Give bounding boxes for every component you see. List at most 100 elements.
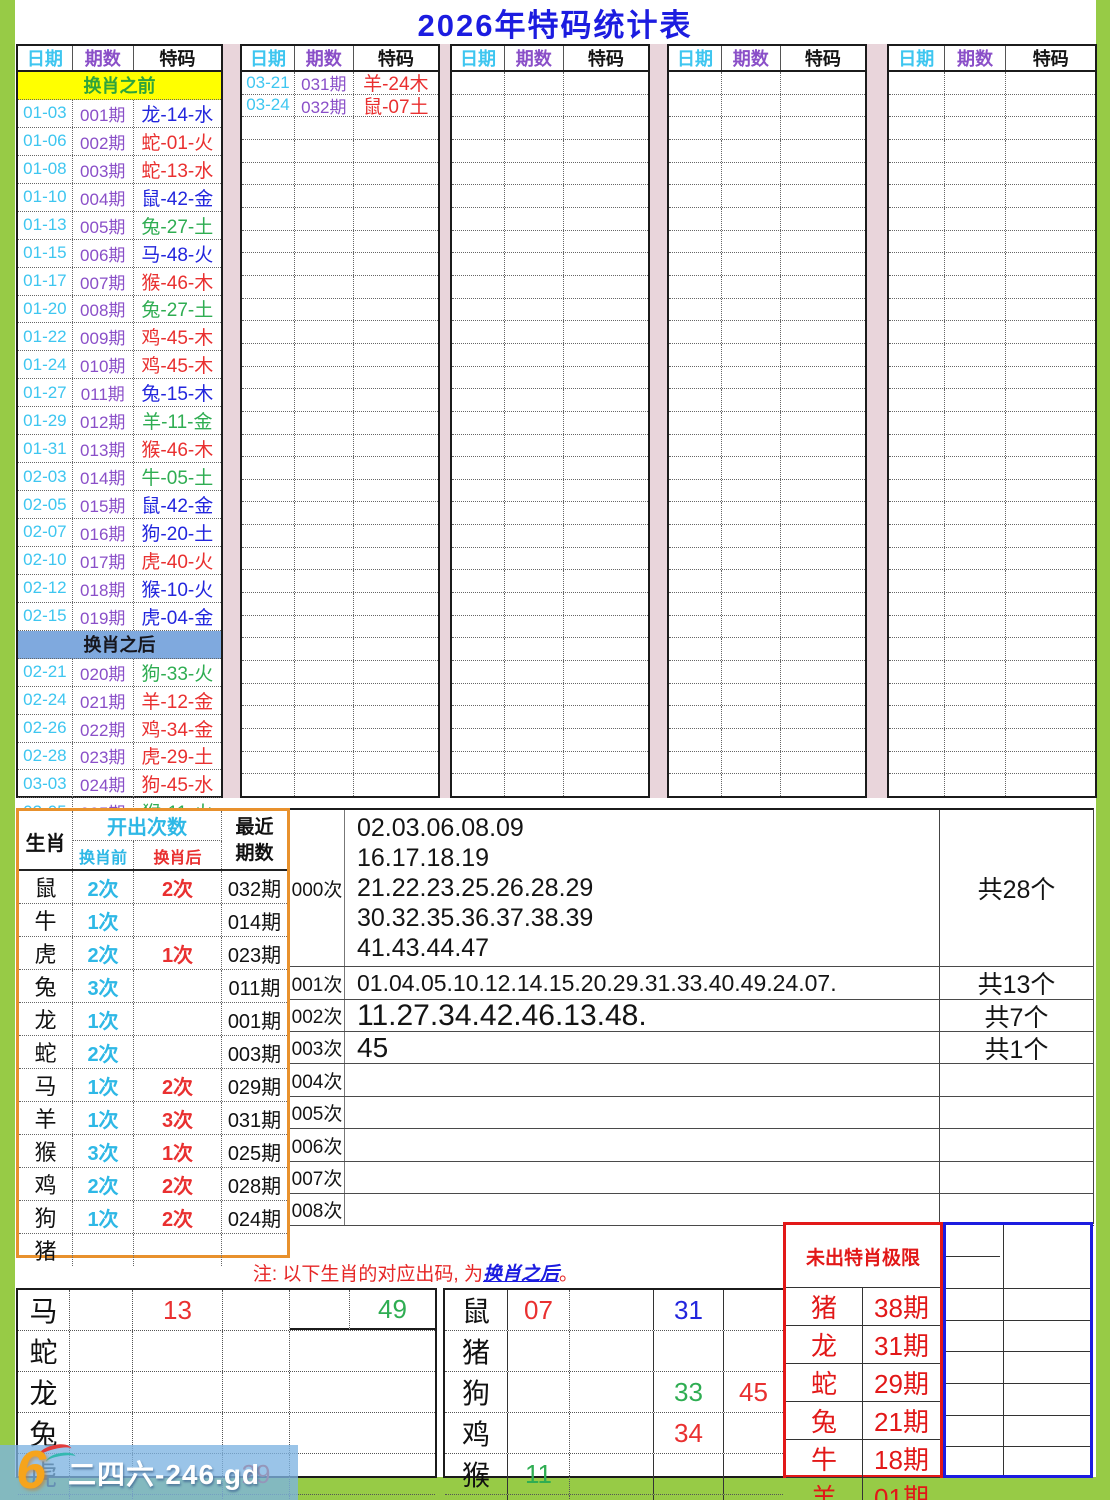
value-cell: [508, 1331, 570, 1371]
zodiac-row: 牛 1次 014期: [19, 904, 287, 937]
table-row: [889, 207, 1095, 231]
code-cell: [564, 276, 648, 298]
code-cell: [564, 502, 648, 524]
zodiac-cell: 羊: [445, 1495, 508, 1500]
period-cell: [295, 661, 354, 683]
table-header: 日期 期数 特码: [242, 46, 438, 72]
date-cell: 01-10: [18, 183, 73, 211]
zodiac-stats-table: 生肖 开出次数 换肖前 换肖后 最近期数 鼠 2次 2次 032期牛 1次 014期虎 2次…: [16, 808, 290, 1266]
date-cell: [242, 661, 295, 683]
period-cell: [722, 457, 781, 479]
period-cell: 004期: [73, 183, 134, 211]
after-count-cell: 1次: [134, 937, 222, 969]
code-cell: [781, 208, 865, 230]
code-cell: 羊-24木: [363, 74, 429, 94]
before-count-cell: 2次: [73, 1036, 134, 1068]
table-row: [452, 298, 648, 322]
column-header-1: 期数: [295, 46, 354, 70]
value-cell: [508, 1372, 570, 1412]
period-cell: [945, 366, 1007, 389]
table-row: 02-10 017期 虎-40-火: [18, 546, 221, 575]
date-cell: [669, 162, 722, 185]
counts-row: 003次 45 共1个: [290, 1032, 1094, 1064]
table-row: [452, 729, 648, 752]
date-cell: [889, 185, 945, 207]
limit-period-cell: 38期: [874, 1293, 929, 1323]
code-cell: [1006, 253, 1095, 275]
count-numbers: [345, 1097, 940, 1128]
period-cell: [722, 774, 781, 796]
limit-zodiac-cell: 牛: [786, 1440, 863, 1477]
table-row: [242, 275, 438, 299]
value-cell: 49: [350, 1290, 435, 1330]
code-cell: [781, 752, 865, 774]
table-row: [889, 253, 1095, 276]
code-cell: [564, 231, 648, 253]
table-row: [889, 185, 1095, 208]
period-cell: [945, 525, 1007, 547]
date-cell: 03-21: [242, 72, 295, 94]
date-cell: [889, 117, 945, 139]
code-cell: [781, 276, 865, 298]
counts-row: 004次: [290, 1064, 1094, 1097]
date-cell: [669, 729, 722, 751]
table-row: [452, 547, 648, 571]
note-line: 注: 以下生肖的对应出码, 为换肖之后。: [253, 1256, 578, 1288]
date-cell: [452, 683, 505, 706]
date-cell: [669, 434, 722, 457]
after-change-header: 换肖后: [134, 841, 222, 871]
table-row: [669, 547, 865, 571]
table-row: [452, 366, 648, 390]
date-cell: 01-22: [18, 323, 73, 351]
code-cell: [1006, 344, 1095, 366]
code-cell: [781, 774, 865, 796]
code-cell: [1006, 638, 1095, 660]
period-cell: [722, 230, 781, 253]
period-cell: [945, 774, 1007, 796]
period-cell: 024期: [73, 770, 134, 798]
period-cell: [505, 139, 564, 162]
code-cell: [354, 367, 438, 389]
date-cell: [452, 343, 505, 366]
period-cell: [722, 547, 781, 570]
code-cell: 鸡-45-木: [141, 328, 214, 350]
code-cell: 蛇-01-火: [141, 132, 214, 154]
zodiac-cell: 龙: [19, 1003, 73, 1035]
table-row: [889, 230, 1095, 254]
date-cell: [452, 321, 505, 343]
table-row: [889, 72, 1095, 95]
recent-period-cell: 031期: [227, 1109, 282, 1132]
date-cell: [452, 162, 505, 185]
table-row: 02-26 022期 鸡-34-金: [18, 714, 221, 743]
date-cell: [452, 774, 505, 796]
code-cell: [354, 435, 438, 457]
date-cell: [242, 366, 295, 389]
table-row: [242, 298, 438, 322]
table-row: 01-20 008期 兔-27-土: [18, 295, 221, 324]
period-cell: [505, 72, 564, 94]
code-cell: [1006, 321, 1095, 343]
period-cell: [505, 389, 564, 411]
period-cell: [295, 275, 354, 298]
count-numbers: [345, 1129, 940, 1161]
date-cell: [452, 389, 505, 411]
code-cell: [564, 140, 648, 162]
code-cell: [781, 299, 865, 321]
period-table-group-4: 日期 期数 特码: [667, 44, 867, 798]
value-cell: [570, 1290, 654, 1330]
date-cell: [242, 389, 295, 411]
period-cell: [505, 593, 564, 615]
column-header-2: 特码: [587, 49, 624, 69]
note-text-red: 注: 以下生肖的对应出码, 为: [252, 1263, 483, 1285]
period-cell: [505, 615, 564, 638]
table-row: 01-03 001期 龙-14-水: [18, 99, 221, 128]
numbers-line: 30.32.35.36.37.38.39: [357, 904, 594, 932]
period-cell: [722, 321, 781, 343]
code-cell: 鸡-45-木: [141, 356, 214, 378]
table-row: [242, 366, 438, 390]
code-cell: [1006, 570, 1095, 592]
date-cell: [669, 72, 722, 94]
date-cell: [669, 185, 722, 207]
date-cell: [889, 615, 945, 638]
period-cell: [945, 615, 1007, 638]
